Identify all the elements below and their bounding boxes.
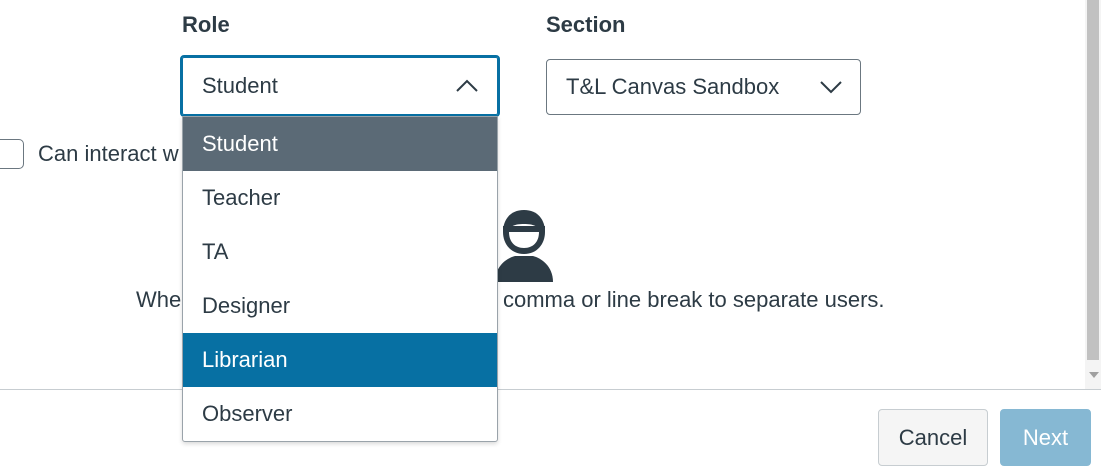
role-option-librarian[interactable]: Librarian (183, 333, 497, 387)
user-silhouette-icon (493, 208, 555, 282)
scrollbar-thumb[interactable] (1087, 0, 1099, 360)
section-label: Section (546, 12, 626, 37)
role-dropdown-menu: Student Teacher TA Designer Librarian Ob… (182, 116, 498, 442)
section-select-value: T&L Canvas Sandbox (566, 74, 780, 99)
next-button[interactable]: Next (1000, 409, 1091, 466)
role-option-designer[interactable]: Designer (183, 279, 497, 333)
interact-checkbox[interactable] (0, 139, 24, 169)
role-label: Role (182, 12, 230, 37)
interact-checkbox-label: Can interact w (38, 141, 179, 166)
role-select-value: Student (202, 73, 278, 98)
role-option-observer[interactable]: Observer (183, 387, 497, 441)
role-select[interactable]: Student (180, 55, 500, 117)
instruction-text-left: Whe (136, 287, 182, 312)
instruction-text-right: comma or line break to separate users. (503, 287, 885, 312)
cancel-button[interactable]: Cancel (878, 409, 988, 466)
footer-divider (0, 389, 1101, 390)
chevron-up-icon (454, 73, 480, 99)
role-option-ta[interactable]: TA (183, 225, 497, 279)
section-select[interactable]: T&L Canvas Sandbox (546, 59, 861, 115)
role-option-teacher[interactable]: Teacher (183, 171, 497, 225)
role-option-student[interactable]: Student (183, 117, 497, 171)
scroll-down-arrow-icon[interactable] (1089, 372, 1099, 378)
chevron-down-icon (818, 74, 844, 100)
